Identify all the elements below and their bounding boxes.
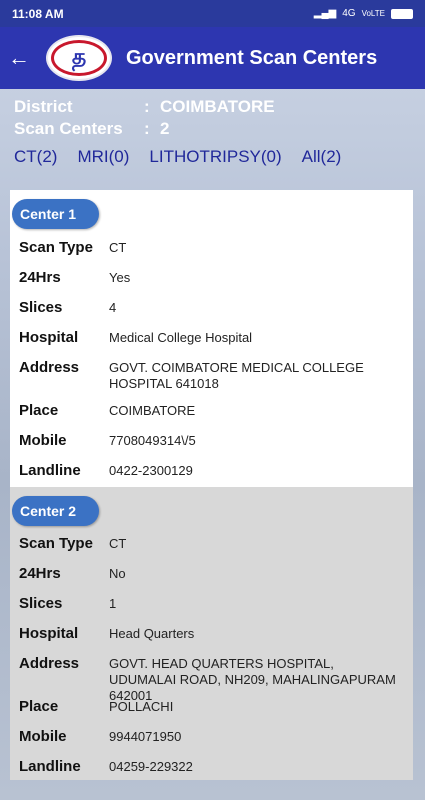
address-label: Address	[19, 359, 80, 376]
mobile-label: Mobile	[19, 728, 67, 745]
status-bar: 11:08 AM ▂▄▆ 4G VoLTE	[0, 0, 425, 27]
status-time: 11:08 AM	[12, 6, 64, 21]
district-label: District	[14, 97, 73, 116]
slices-label: Slices	[19, 595, 63, 612]
separator: :	[144, 119, 150, 138]
battery-icon	[391, 8, 413, 19]
scan-type-value: CT	[109, 536, 127, 551]
place-value: COIMBATORE	[109, 403, 196, 418]
page-title: Government Scan Centers	[126, 46, 378, 69]
address-value: GOVT. HEAD QUARTERS HOSPITAL, UDUMALAI R…	[109, 656, 396, 703]
scan-centers-count: 2	[160, 119, 170, 138]
tab-ct[interactable]: CT(2)	[14, 147, 57, 167]
hrs-value: Yes	[109, 270, 131, 285]
center-name-badge: Center 2	[12, 496, 99, 526]
landline-label: Landline	[19, 462, 81, 479]
scan-type-value: CT	[109, 240, 127, 255]
scan-centers-label: Scan Centers	[14, 119, 123, 138]
hospital-value: Head Quarters	[109, 626, 195, 641]
slices-value: 4	[109, 300, 117, 315]
tab-all[interactable]: All(2)	[302, 147, 342, 167]
landline-value[interactable]: 04259-229322	[109, 758, 404, 775]
app-logo: த	[46, 35, 112, 81]
volte-label: VoLTE	[361, 9, 385, 18]
center-name-badge: Center 1	[12, 199, 99, 229]
app-bar: ← த Government Scan Centers	[0, 27, 425, 89]
hrs-value: No	[109, 566, 126, 581]
district-info: District : COIMBATORE Scan Centers : 2	[14, 96, 275, 140]
address-value: GOVT. COIMBATORE MEDICAL COLLEGE HOSPITA…	[109, 360, 364, 391]
address-label: Address	[19, 655, 80, 672]
center-card-2: Center 2 Scan Type CT 24Hrs No Slices 1 Hos…	[10, 487, 413, 780]
hrs-label: 24Hrs	[19, 565, 61, 582]
hospital-label: Hospital	[19, 625, 79, 642]
scan-type-label: Scan Type	[19, 239, 93, 256]
tab-lithotripsy[interactable]: LITHOTRIPSY(0)	[149, 147, 281, 167]
hospital-label: Hospital	[19, 329, 79, 346]
back-arrow-icon[interactable]: ←	[0, 45, 38, 71]
filter-tabs: CT(2) MRI(0) LITHOTRIPSY(0) All(2)	[14, 147, 341, 167]
mobile-value[interactable]: 9944071950	[109, 728, 404, 745]
logo-emblem: த	[51, 40, 107, 76]
landline-label: Landline	[19, 758, 81, 775]
signal-icon: ▂▄▆	[313, 8, 337, 19]
network-label: 4G	[342, 8, 356, 19]
center-card-1: Center 1 Scan Type CT 24Hrs Yes Slices 4 Ho…	[10, 190, 413, 487]
hospital-value: Medical College Hospital	[109, 330, 253, 345]
slices-label: Slices	[19, 299, 63, 316]
mobile-label: Mobile	[19, 432, 67, 449]
separator: :	[144, 97, 150, 116]
tab-mri[interactable]: MRI(0)	[77, 147, 129, 167]
place-label: Place	[19, 698, 59, 715]
place-label: Place	[19, 402, 59, 419]
slices-value: 1	[109, 596, 117, 611]
landline-value[interactable]: 0422-2300129	[109, 462, 404, 479]
mobile-value[interactable]: 7708049314\/5	[109, 432, 404, 449]
district-value: COIMBATORE	[160, 97, 275, 116]
scan-type-label: Scan Type	[19, 535, 93, 552]
place-value: POLLACHI	[109, 699, 174, 714]
hrs-label: 24Hrs	[19, 269, 61, 286]
